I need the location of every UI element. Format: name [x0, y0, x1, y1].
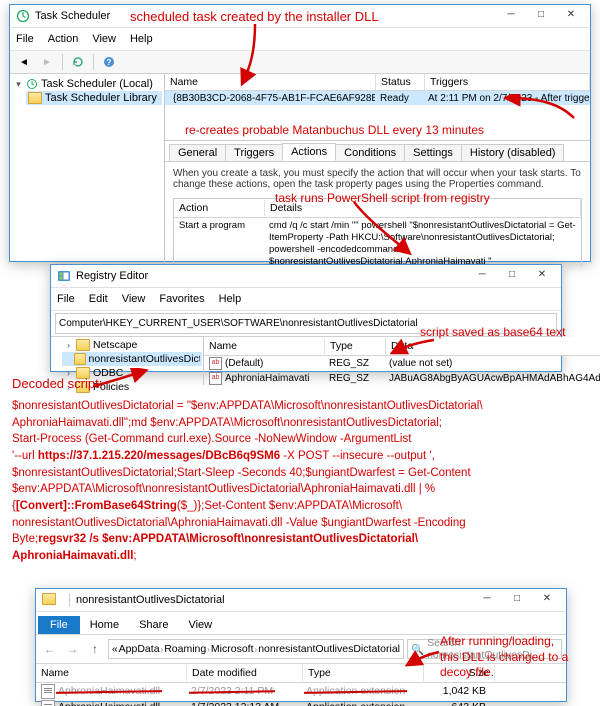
registry-value-row[interactable]: ab(Default) REG_SZ (value not set) [204, 356, 600, 371]
ribbon-share[interactable]: Share [129, 616, 178, 634]
menu-edit[interactable]: Edit [87, 293, 110, 305]
titlebar[interactable]: Registry Editor ─ □ ✕ [51, 265, 561, 288]
folder-icon [28, 92, 42, 104]
window-title: nonresistantOutlivesDictatorial [76, 594, 472, 606]
decoded-label: Decoded script: [12, 376, 102, 393]
dll-icon [41, 684, 55, 699]
nav-tree[interactable]: ▾Task Scheduler (Local) Task Scheduler L… [10, 74, 165, 266]
col-triggers[interactable]: Triggers [425, 74, 590, 90]
refresh-button[interactable] [68, 52, 88, 72]
tab-triggers[interactable]: Triggers [225, 144, 283, 161]
menu-view[interactable]: View [90, 33, 118, 45]
tree-root[interactable]: ▾Task Scheduler (Local) [12, 77, 162, 91]
maximize-button[interactable]: □ [497, 266, 527, 286]
tab-conditions[interactable]: Conditions [335, 144, 405, 161]
app-icon [16, 9, 30, 23]
svg-text:?: ? [107, 58, 112, 67]
tab-general[interactable]: General [169, 144, 226, 161]
menu-action[interactable]: Action [46, 33, 81, 45]
menu-file[interactable]: File [14, 33, 36, 45]
folder-icon [76, 339, 90, 351]
minimize-button[interactable]: ─ [496, 6, 526, 26]
registry-value-row[interactable]: abAphroniaHaimavati REG_SZ JABuAG8AbgByA… [204, 371, 600, 386]
tree-item[interactable]: ›Netscape [62, 338, 202, 352]
arrow-icon [348, 200, 418, 260]
maximize-button[interactable]: □ [502, 590, 532, 610]
maximize-button[interactable]: □ [526, 6, 556, 26]
minimize-button[interactable]: ─ [472, 590, 502, 610]
menu-file[interactable]: File [55, 293, 77, 305]
detail-tabs: General Triggers Actions Conditions Sett… [165, 141, 590, 162]
folder-icon [74, 353, 85, 365]
menubar: File Action View Help [10, 28, 590, 51]
ribbon: File Home Share View [36, 612, 566, 635]
registry-editor-window: Registry Editor ─ □ ✕ File Edit View Fav… [50, 264, 562, 372]
minimize-button[interactable]: ─ [467, 266, 497, 286]
tab-actions[interactable]: Actions [282, 143, 336, 161]
tab-history[interactable]: History (disabled) [461, 144, 565, 161]
col-date[interactable]: Date modified [187, 665, 303, 681]
annotation: task runs PowerShell script from registr… [275, 191, 490, 207]
menu-favorites[interactable]: Favorites [157, 293, 206, 305]
up-button[interactable]: ↑ [85, 639, 105, 659]
string-icon: ab [209, 357, 222, 370]
menu-help[interactable]: Help [217, 293, 244, 305]
ribbon-home[interactable]: Home [80, 616, 129, 634]
arrow-icon [500, 94, 580, 124]
tree-library[interactable]: Task Scheduler Library [26, 91, 162, 105]
file-row[interactable]: AphroniaHaimavati.dll 2/7/2023 2:11 PM A… [36, 683, 566, 699]
window-title: Registry Editor [76, 270, 467, 282]
close-button[interactable]: ✕ [532, 590, 562, 610]
help-button[interactable]: ? [99, 52, 119, 72]
col-name[interactable]: Name [204, 338, 325, 354]
ribbon-view[interactable]: View [178, 616, 222, 634]
back-button[interactable]: ← [40, 639, 60, 659]
menubar: File Edit View Favorites Help [51, 288, 561, 311]
close-button[interactable]: ✕ [556, 6, 586, 26]
forward-button[interactable]: ► [37, 52, 57, 72]
menu-view[interactable]: View [120, 293, 148, 305]
tab-settings[interactable]: Settings [404, 144, 462, 161]
annotation: scheduled task created by the installer … [130, 9, 379, 26]
titlebar[interactable]: nonresistantOutlivesDictatorial ─ □ ✕ [36, 589, 566, 612]
arrow-icon [405, 648, 445, 668]
col-action[interactable]: Action [174, 200, 265, 216]
col-type[interactable]: Type [325, 338, 386, 354]
dll-icon [41, 700, 55, 706]
close-button[interactable]: ✕ [527, 266, 557, 286]
toolbar: ◄ ► ? [10, 51, 590, 74]
annotation: re-creates probable Matanbuchus DLL ever… [185, 123, 484, 139]
folder-icon [42, 593, 56, 607]
decoded-script-block: $nonresistantOutlivesDictatorial = "$env… [12, 398, 588, 565]
file-row[interactable]: AphroniaHaimavati.dll 1/7/2023 12:13 AM … [36, 699, 566, 706]
col-name[interactable]: Name [36, 665, 187, 681]
string-icon: ab [209, 372, 222, 385]
forward-button[interactable]: → [63, 639, 83, 659]
annotation: script saved as base64 text [420, 325, 565, 341]
col-status[interactable]: Status [376, 74, 425, 90]
menu-help[interactable]: Help [128, 33, 155, 45]
back-button[interactable]: ◄ [14, 52, 34, 72]
ribbon-file[interactable]: File [38, 616, 80, 634]
breadcrumb[interactable]: « AppData› Roaming› Microsoft› nonresist… [108, 639, 404, 659]
arrow-icon [225, 22, 285, 90]
regedit-icon [57, 269, 71, 283]
annotation: After running/loading, this DLL is chang… [440, 634, 570, 681]
tree-item-selected[interactable]: nonresistantOutlivesDictatorial [62, 352, 202, 366]
